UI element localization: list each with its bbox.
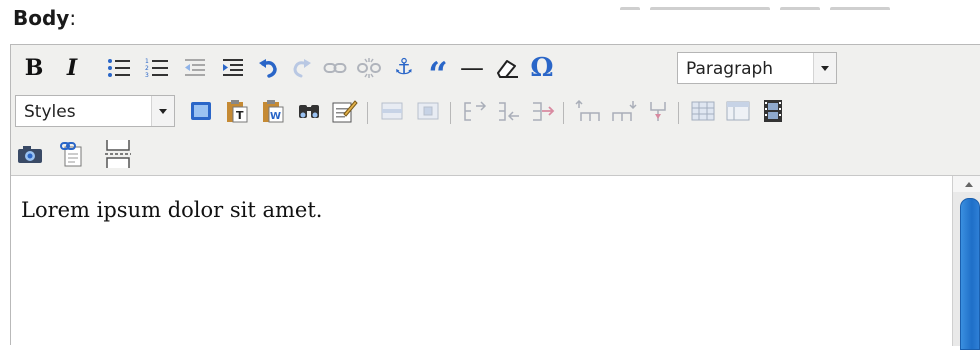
editor-content-area[interactable]: Lorem ipsum dolor sit amet. bbox=[11, 176, 951, 346]
split-cells-button[interactable] bbox=[643, 96, 673, 126]
toolbar-row-3 bbox=[11, 135, 980, 173]
insert-row-after-button[interactable] bbox=[609, 96, 639, 126]
unlink-button[interactable] bbox=[354, 53, 384, 83]
italic-icon: I bbox=[66, 55, 78, 81]
indent-icon bbox=[223, 59, 243, 76]
svg-text:T: T bbox=[236, 109, 244, 122]
insert-row-before-button[interactable] bbox=[573, 96, 603, 126]
field-label: Body: bbox=[13, 6, 76, 30]
anchor-button[interactable]: ⚓ bbox=[389, 53, 419, 83]
paste-word-button[interactable]: W bbox=[258, 96, 288, 126]
split-cells-icon bbox=[650, 102, 666, 121]
special-character-button[interactable]: Ω bbox=[527, 53, 557, 83]
rich-text-editor: B I 1 2 3 ⚓ “ — Ω Paragraph Styles T W L… bbox=[10, 44, 980, 350]
delete-col-button[interactable] bbox=[528, 96, 558, 126]
col-delete-icon bbox=[533, 102, 555, 121]
unlink-icon bbox=[357, 58, 381, 78]
svg-text:2: 2 bbox=[145, 65, 149, 72]
field-label-text: Body bbox=[13, 6, 70, 30]
fullscreen-icon bbox=[191, 102, 211, 120]
table-cell-props-button[interactable] bbox=[413, 96, 443, 126]
chevron-down-icon[interactable] bbox=[813, 53, 836, 83]
ordered-list-icon: 1 2 3 bbox=[145, 58, 168, 79]
row-after-icon bbox=[612, 101, 637, 121]
row-before-icon bbox=[575, 100, 600, 121]
paste-text-button[interactable]: T bbox=[222, 96, 252, 126]
table-props-icon bbox=[726, 101, 750, 121]
toolbar-row-2: Styles T W bbox=[11, 92, 980, 132]
table-cell-icon bbox=[417, 102, 439, 120]
styles-select[interactable]: Styles bbox=[15, 95, 175, 127]
table-props-button[interactable] bbox=[723, 96, 753, 126]
editor-content-text[interactable]: Lorem ipsum dolor sit amet. bbox=[21, 198, 322, 222]
media-icon bbox=[764, 100, 782, 122]
anchor-icon: ⚓ bbox=[394, 55, 414, 80]
editor-toolbar: B I 1 2 3 ⚓ “ — Ω Paragraph Styles T W bbox=[11, 45, 980, 176]
table-row-props-button[interactable] bbox=[377, 96, 407, 126]
unordered-list-icon bbox=[108, 59, 130, 77]
insert-link-clip-button[interactable] bbox=[57, 139, 87, 169]
horizontal-rule-button[interactable]: — bbox=[457, 53, 487, 83]
editor-scrollbar[interactable] bbox=[952, 176, 980, 350]
numbered-list-button[interactable]: 1 2 3 bbox=[142, 53, 172, 83]
insert-table-button[interactable] bbox=[688, 96, 718, 126]
edit-icon bbox=[332, 100, 358, 123]
indent-button[interactable] bbox=[218, 53, 248, 83]
horizontal-rule-icon: — bbox=[460, 54, 484, 82]
bullet-list-button[interactable] bbox=[104, 53, 134, 83]
toolbar-separator bbox=[367, 102, 368, 124]
page-break-icon bbox=[105, 140, 131, 168]
scrollbar-thumb[interactable] bbox=[960, 198, 980, 350]
insert-image-button[interactable] bbox=[15, 139, 45, 169]
find-icon bbox=[299, 105, 319, 118]
redo-button[interactable] bbox=[287, 53, 317, 83]
field-label-colon: : bbox=[69, 6, 77, 30]
undo-button[interactable] bbox=[253, 53, 283, 83]
bold-button[interactable]: B bbox=[19, 53, 49, 83]
outdent-icon bbox=[185, 59, 205, 76]
table-row-icon bbox=[381, 102, 403, 120]
link-button[interactable] bbox=[320, 53, 350, 83]
insert-col-before-button[interactable] bbox=[460, 96, 490, 126]
col-before-icon bbox=[464, 101, 487, 121]
edit-button[interactable] bbox=[330, 96, 360, 126]
format-select[interactable]: Paragraph bbox=[677, 52, 837, 84]
paste-word-icon: W bbox=[263, 100, 284, 123]
svg-text:3: 3 bbox=[145, 72, 149, 79]
toolbar-separator bbox=[563, 102, 564, 124]
svg-text:W: W bbox=[270, 111, 281, 122]
col-after-icon bbox=[499, 102, 519, 121]
blockquote-icon: “ bbox=[428, 55, 448, 95]
bold-icon: B bbox=[24, 55, 44, 81]
eraser-icon bbox=[497, 60, 518, 78]
toolbar-row-1: B I 1 2 3 ⚓ “ — Ω Paragraph bbox=[11, 49, 980, 92]
undo-icon bbox=[259, 59, 277, 78]
cut-off-controls bbox=[620, 0, 920, 10]
redo-icon bbox=[293, 59, 311, 78]
link-clip-icon bbox=[60, 142, 82, 167]
omega-icon: Ω bbox=[530, 53, 554, 83]
fullscreen-button[interactable] bbox=[186, 96, 216, 126]
table-icon bbox=[691, 101, 715, 121]
paste-text-icon: T bbox=[227, 100, 248, 123]
outdent-button[interactable] bbox=[180, 53, 210, 83]
format-select-value: Paragraph bbox=[686, 59, 774, 79]
toolbar-separator bbox=[450, 102, 451, 124]
scroll-up-arrow-icon[interactable] bbox=[953, 176, 980, 192]
svg-text:1: 1 bbox=[145, 58, 149, 65]
link-icon bbox=[323, 63, 347, 73]
find-button[interactable] bbox=[294, 96, 324, 126]
toolbar-separator bbox=[678, 102, 679, 124]
remove-format-button[interactable] bbox=[492, 53, 522, 83]
insert-media-button[interactable] bbox=[758, 96, 788, 126]
page-break-button[interactable] bbox=[103, 139, 133, 169]
italic-button[interactable]: I bbox=[57, 53, 87, 83]
image-icon bbox=[18, 146, 42, 163]
insert-col-after-button[interactable] bbox=[494, 96, 524, 126]
chevron-down-icon[interactable] bbox=[151, 96, 174, 126]
styles-select-value: Styles bbox=[24, 102, 76, 122]
blockquote-button[interactable]: “ bbox=[423, 53, 453, 92]
